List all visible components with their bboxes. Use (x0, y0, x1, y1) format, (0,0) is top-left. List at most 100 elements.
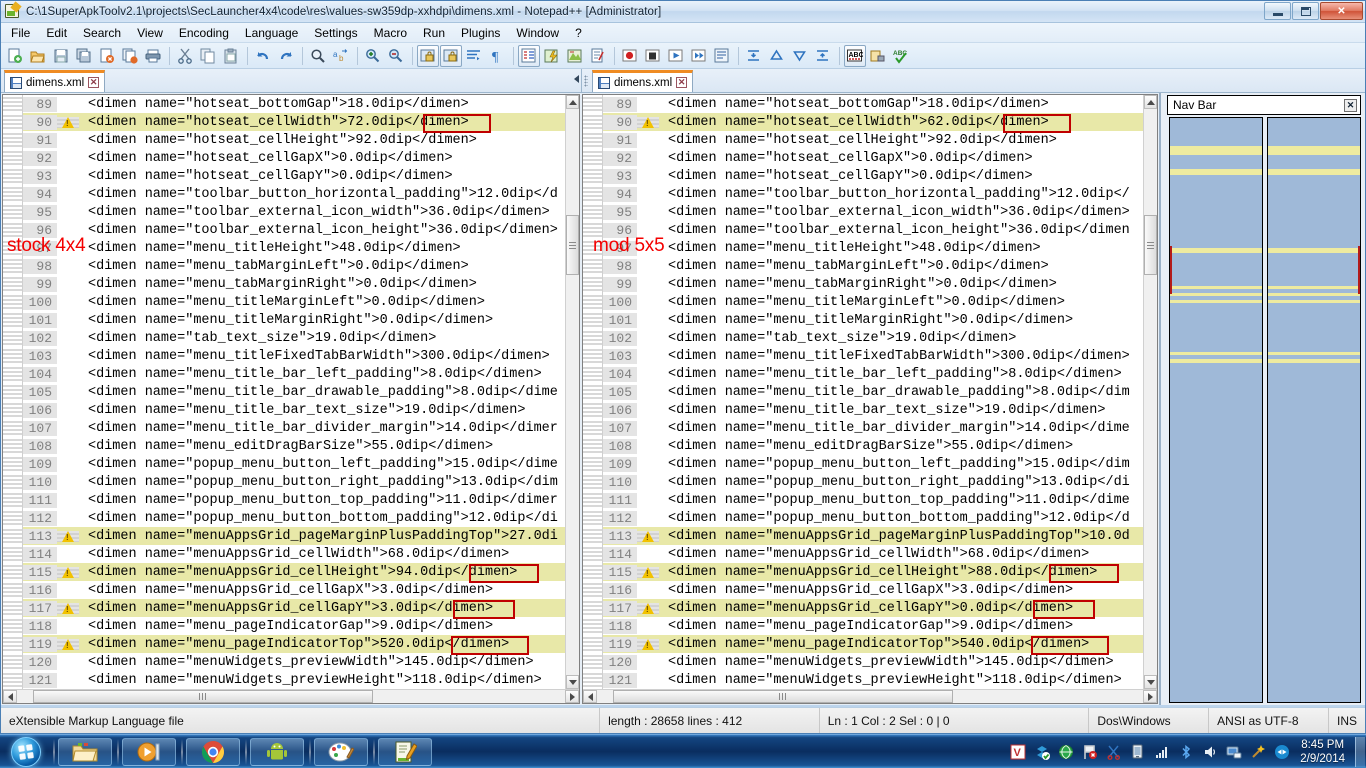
vlc-tray-icon[interactable]: V (1009, 743, 1027, 761)
menu-settings[interactable]: Settings (306, 24, 365, 42)
code-line[interactable]: 100 <dimen name="menu_titleMarginLeft">0.… (3, 293, 579, 311)
code-line[interactable]: 96 <dimen name="toolbar_external_icon_hei… (3, 221, 579, 239)
code-line[interactable]: 90 <dimen name="hotseat_cellWidth">62.0di… (583, 113, 1157, 133)
check-spelling-icon[interactable]: ABC (890, 45, 912, 67)
code-line[interactable]: 99 <dimen name="menu_tabMarginRight">0.0d… (583, 275, 1157, 293)
cut-icon[interactable] (174, 45, 196, 67)
code-line[interactable]: 103 <dimen name="menu_titleFixedTabBarWid… (583, 347, 1157, 365)
code-line[interactable]: 117 <dimen name="menuAppsGrid_cellGapY">0… (583, 599, 1157, 619)
menu-edit[interactable]: Edit (38, 24, 75, 42)
tab-close-icon[interactable]: ✕ (676, 77, 688, 88)
device-tray-icon[interactable] (1129, 743, 1147, 761)
start-button[interactable] (2, 736, 50, 768)
word-wrap-icon[interactable] (463, 45, 485, 67)
show-desktop-button[interactable] (1355, 736, 1365, 767)
code-line[interactable]: 109 <dimen name="popup_menu_button_left_p… (3, 455, 579, 473)
start-record-macro-icon[interactable] (619, 45, 641, 67)
network-tray-icon[interactable] (1225, 743, 1243, 761)
code-line[interactable]: 94 <dimen name="toolbar_button_horizontal… (583, 185, 1157, 203)
code-line[interactable]: 91 <dimen name="hotseat_cellHeight">92.0d… (3, 131, 579, 149)
code-line[interactable]: 115 <dimen name="menuAppsGrid_cellHeight"… (583, 563, 1157, 583)
code-view-left[interactable]: 89 <dimen name="hotseat_bottomGap">18.0di… (3, 95, 579, 689)
menu-file[interactable]: File (3, 24, 38, 42)
code-line[interactable]: 95 <dimen name="toolbar_external_icon_wid… (583, 203, 1157, 221)
code-line[interactable]: 112 <dimen name="popup_menu_button_bottom… (583, 509, 1157, 527)
code-line[interactable]: 112 <dimen name="popup_menu_button_bottom… (3, 509, 579, 527)
code-line[interactable]: 105 <dimen name="menu_title_bar_drawable_… (583, 383, 1157, 401)
zoom-in-icon[interactable] (362, 45, 384, 67)
menu-window[interactable]: Window (508, 24, 567, 42)
code-line[interactable]: 111 <dimen name="popup_menu_button_top_pa… (3, 491, 579, 509)
scissors-tray-icon[interactable] (1105, 743, 1123, 761)
run-macro-multiple-icon[interactable] (688, 45, 710, 67)
menu-plugins[interactable]: Plugins (453, 24, 508, 42)
scroll-left-button[interactable] (583, 690, 597, 703)
function-list-icon[interactable] (587, 45, 609, 67)
paste-icon[interactable] (220, 45, 242, 67)
menu-macro[interactable]: Macro (366, 24, 415, 42)
vertical-scroll-thumb[interactable] (1144, 215, 1157, 275)
vertical-scrollbar-right[interactable] (1143, 95, 1157, 689)
menu-language[interactable]: Language (237, 24, 306, 42)
menu-view[interactable]: View (129, 24, 171, 42)
menu-search[interactable]: Search (75, 24, 129, 42)
collapse-level-icon[interactable] (766, 45, 788, 67)
code-line[interactable]: 118 <dimen name="menu_pageIndicatorGap">9… (3, 617, 579, 635)
horizontal-scrollbar-left[interactable] (3, 689, 579, 703)
save-all-icon[interactable] (73, 45, 95, 67)
bookmark-margin[interactable] (57, 566, 79, 578)
open-file-icon[interactable] (27, 45, 49, 67)
code-line[interactable]: 107 <dimen name="menu_title_bar_divider_m… (3, 419, 579, 437)
teamviewer-tray-icon[interactable] (1273, 743, 1291, 761)
horizontal-scroll-thumb[interactable] (33, 690, 373, 703)
code-line[interactable]: 114 <dimen name="menuAppsGrid_cellWidth">… (3, 545, 579, 563)
show-all-chars-icon[interactable]: ¶ (486, 45, 508, 67)
save-icon[interactable] (50, 45, 72, 67)
restore-button[interactable] (1292, 2, 1319, 20)
tab-dimens-right[interactable]: dimens.xml ✕ (592, 70, 694, 92)
code-line[interactable]: 93 <dimen name="hotseat_cellGapY">0.0dip<… (3, 167, 579, 185)
code-line[interactable]: 105 <dimen name="menu_title_bar_drawable_… (3, 383, 579, 401)
code-line[interactable]: 121 <dimen name="menuWidgets_previewHeigh… (3, 671, 579, 689)
code-line[interactable]: 89 <dimen name="hotseat_bottomGap">18.0di… (583, 95, 1157, 113)
code-line[interactable]: 97 <dimen name="menu_titleHeight">48.0dip… (3, 239, 579, 257)
nav-bar-body[interactable] (1167, 117, 1361, 703)
sync-horizontal-scroll-icon[interactable] (440, 44, 462, 67)
signal-tray-icon[interactable] (1153, 743, 1171, 761)
scroll-down-button[interactable] (566, 675, 579, 689)
scroll-left-button[interactable] (3, 690, 17, 703)
horizontal-scrollbar-right[interactable] (583, 689, 1157, 703)
scroll-right-button[interactable] (565, 690, 579, 703)
bookmark-margin[interactable] (637, 638, 659, 650)
code-line[interactable]: 116 <dimen name="menuAppsGrid_cellGapX">3… (3, 581, 579, 599)
code-line[interactable]: 101 <dimen name="menu_titleMarginRight">0… (3, 311, 579, 329)
editor-pane-left[interactable]: 89 <dimen name="hotseat_bottomGap">18.0di… (2, 94, 580, 704)
menu-encoding[interactable]: Encoding (171, 24, 237, 42)
code-view-right[interactable]: 89 <dimen name="hotseat_bottomGap">18.0di… (583, 95, 1157, 689)
sync-vertical-scroll-icon[interactable] (417, 44, 439, 67)
scroll-up-button[interactable] (1144, 95, 1157, 109)
replace-icon[interactable]: ab (330, 45, 352, 67)
zoom-out-icon[interactable] (385, 45, 407, 67)
bookmark-margin[interactable] (637, 116, 659, 128)
bookmark-margin[interactable] (57, 602, 79, 614)
code-line[interactable]: 120 <dimen name="menuWidgets_previewWidth… (583, 653, 1157, 671)
code-line[interactable]: 98 <dimen name="menu_tabMarginLeft">0.0di… (3, 257, 579, 275)
globe-tray-icon[interactable] (1057, 743, 1075, 761)
save-macro-icon[interactable] (711, 45, 733, 67)
taskbar-android-tool-button[interactable] (250, 737, 304, 766)
code-line[interactable]: 113 <dimen name="menuAppsGrid_pageMarginP… (3, 527, 579, 545)
code-line[interactable]: 92 <dimen name="hotseat_cellGapX">0.0dip<… (583, 149, 1157, 167)
minimize-button[interactable] (1264, 2, 1291, 20)
taskbar-media-player-button[interactable] (122, 737, 176, 766)
code-line[interactable]: 119 <dimen name="menu_pageIndicatorTop">5… (3, 635, 579, 655)
code-line[interactable]: 110 <dimen name="popup_menu_button_right_… (583, 473, 1157, 491)
taskbar-notepadpp-button[interactable] (378, 737, 432, 766)
code-line[interactable]: 92 <dimen name="hotseat_cellGapX">0.0dip<… (3, 149, 579, 167)
code-line[interactable]: 106 <dimen name="menu_title_bar_text_size… (583, 401, 1157, 419)
menu-run[interactable]: Run (415, 24, 453, 42)
code-line[interactable]: 104 <dimen name="menu_title_bar_left_padd… (3, 365, 579, 383)
tab-dimens-left[interactable]: dimens.xml ✕ (4, 70, 106, 92)
editor-pane-right[interactable]: 89 <dimen name="hotseat_bottomGap">18.0di… (582, 94, 1158, 704)
copy-icon[interactable] (197, 45, 219, 67)
